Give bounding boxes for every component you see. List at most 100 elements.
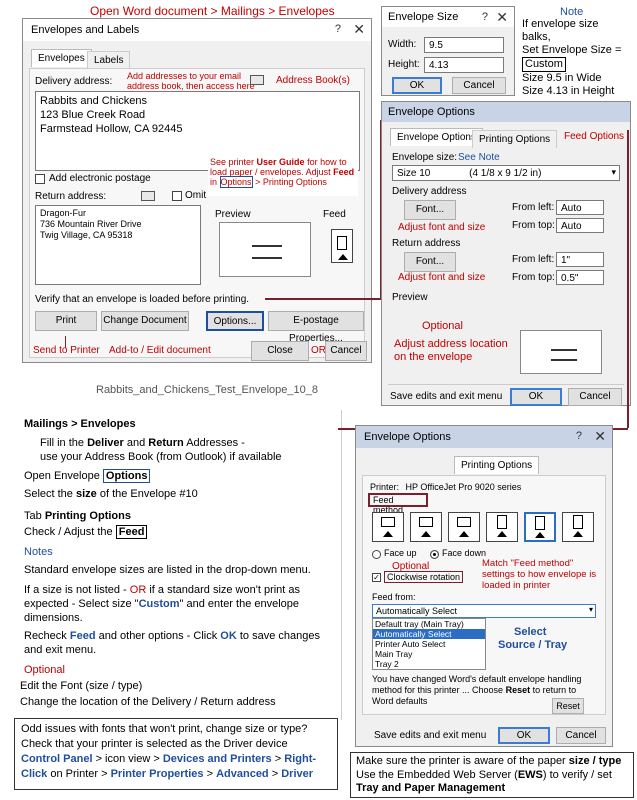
cancel-button[interactable]: Cancel [325,341,367,361]
printing-ok-button[interactable]: OK [498,727,550,744]
path-advanced: Advanced [216,768,269,780]
width-input[interactable]: 9.5 [424,37,504,53]
tab-envelopes[interactable]: Envelopes [31,49,92,67]
close-button[interactable]: Close [251,341,309,361]
options-button[interactable]: Options... [206,311,264,331]
arrow-up-icon [497,531,507,537]
return-from-top-input[interactable]: 0.5" [556,270,604,285]
changed-line-2: method for this printer ... Choose Reset… [372,685,598,696]
feed-arrow-icon [338,254,348,260]
help-button[interactable]: ? [335,23,341,35]
return-font-button[interactable]: Font... [404,252,456,272]
bottom-note-line-2: Use the Embedded Web Server (EWS) to ver… [356,769,628,783]
path-devices-printers: Devices and Printers [162,753,272,765]
return-address-book-icon[interactable] [141,191,155,201]
envelope-icon [497,515,507,529]
side-note-line: If envelope size [522,18,599,30]
tab-printing-options[interactable]: Printing Options [472,130,558,148]
from-top-label: From top: [512,220,555,231]
printer-note-options: Options [219,176,253,188]
envelope-size-ok-button[interactable]: OK [392,77,442,94]
path-driver: Driver [281,768,314,780]
options-preview-envelope[interactable] [520,330,602,374]
envelope-size-close-icon[interactable]: ✕ [496,9,508,26]
options-ok-button[interactable]: OK [510,388,562,406]
source-tray-note: Source / Tray [498,639,568,651]
feed-method-icon-4[interactable] [486,512,518,542]
close-icon[interactable]: ✕ [353,21,365,38]
omit-checkbox[interactable] [172,191,182,201]
omit-label: Omit [185,190,207,201]
envelope-options-title-bar: Envelope Options [382,102,630,122]
printing-cancel-button[interactable]: Cancel [556,727,606,744]
delivery-from-top-input[interactable]: Auto [556,218,604,233]
feed-option[interactable]: Default tray (Main Tray) [373,619,485,629]
delivery-note: Add addresses to your email address book… [127,71,255,91]
feed-from-select[interactable]: Automatically Select ▾ [372,604,596,618]
path-sep: > [274,753,282,765]
path-right-click: Right- [284,753,317,765]
envelope-size-value: Size 10 [397,168,431,179]
delivery-font-button[interactable]: Font... [404,200,456,220]
side-note-title: Note [560,6,584,18]
document-filename: Rabbits_and_Chickens_Test_Envelope_10_8 [96,384,318,396]
print-button[interactable]: Print [35,311,97,331]
envelope-size-help[interactable]: ? [482,11,488,23]
feed-option[interactable]: Printer Auto Select [373,639,485,649]
fill-instruction-2: use your Address Book (from Outlook) if … [40,451,282,463]
face-down-label: Face down [442,548,487,558]
delivery-from-left-input[interactable]: Auto [556,200,604,215]
envelope-size-label: Envelope size: [392,152,458,163]
reset-button[interactable]: Reset [552,698,584,714]
feed-option[interactable]: Main Tray [373,649,485,659]
envelopes-labels-dialog: Envelopes and Labels ? ✕ Envelopes Label… [22,18,372,363]
feed-method-icon-1[interactable] [372,512,404,542]
tab-labels[interactable]: Labels [87,51,131,69]
feed-method-icon-5-selected[interactable] [524,512,556,542]
bottom-text: ) to verify / set [542,768,612,781]
feed-option-selected[interactable]: Automatically Select [373,629,485,639]
printer-label: Printer: HP OfficeJet Pro 9020 series [370,482,521,492]
fill-addresses: Addresses - [186,437,245,449]
preview-heading: Preview [392,292,428,303]
envelope-size-cancel-button[interactable]: Cancel [452,77,506,94]
printing-options-dialog: Envelope Options ? ✕ Printing Options Pr… [355,425,613,747]
change-document-button[interactable]: Change Document [101,311,189,331]
tab-instruction: Tab Printing Options [24,510,131,522]
see-note: See Note [458,152,500,163]
feed-icon[interactable] [331,229,353,263]
face-down-radio[interactable] [430,550,439,559]
return-address-field[interactable]: Dragon-Fur 736 Mountain River Drive Twig… [35,205,201,285]
address-book-icon[interactable] [250,75,264,85]
edit-font-note: Edit the Font (size / type) [20,680,143,692]
feed-method-icon-2[interactable] [410,512,442,542]
face-up-radio[interactable] [372,550,381,559]
add-postage-checkbox[interactable] [35,174,45,184]
printing-options-help[interactable]: ? [576,430,582,442]
bottom-bold: size / type [568,755,622,767]
changed-text: method for this printer ... Choose [372,685,504,695]
height-input[interactable]: 4.13 [424,57,504,73]
tab-envelope-options[interactable]: Envelope Options [390,128,483,146]
epostage-properties-button[interactable]: E-postage Properties... [268,311,364,344]
feed-from-list[interactable]: Default tray (Main Tray) Automatically S… [372,618,486,670]
return-from-left-input[interactable]: 1" [556,252,604,267]
preview-address-lines [252,245,282,259]
tab-printing-options-active[interactable]: Printing Options [454,456,540,474]
optional-heading: Optional [24,664,65,676]
delivery-line: Farmstead Hollow, CA 92445 [40,123,183,135]
envelope-size-select[interactable]: Size 10 (4 1/8 x 9 1/2 in) ▾ [392,165,620,181]
feed-method-icon-3[interactable] [448,512,480,542]
options-cancel-button[interactable]: Cancel [568,388,622,406]
envelope-options-dialog: Envelope Options Envelope Options Printi… [381,101,631,406]
bottom-note-box: Make sure the printer is aware of the pa… [350,752,634,798]
feed-method-icon-6[interactable] [562,512,594,542]
preview-envelope[interactable] [219,222,311,277]
chevron-down-icon: ▾ [588,605,593,614]
odd-issues-path-2: Click on Printer > Printer Properties > … [21,767,331,782]
printing-options-close-icon[interactable]: ✕ [594,428,606,445]
fill-and: and [126,437,146,449]
clockwise-checkbox[interactable]: ✓ [372,573,381,582]
recheck-ok: OK [220,630,237,642]
feed-option[interactable]: Tray 2 [373,659,485,669]
